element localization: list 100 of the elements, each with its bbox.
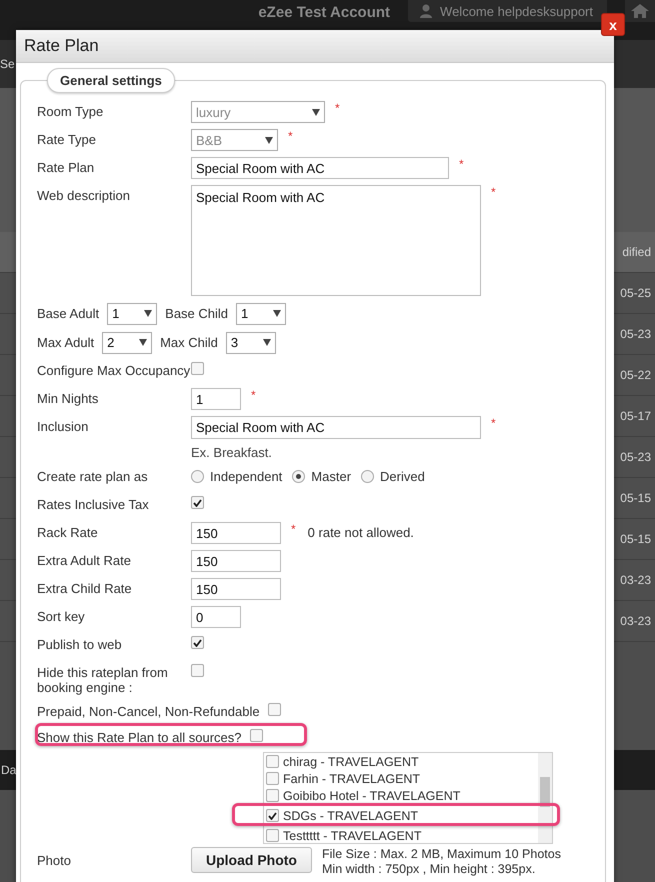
radio-button[interactable]	[191, 470, 204, 483]
table-cell: 03-23	[620, 614, 651, 628]
checkbox[interactable]	[191, 362, 204, 375]
table-cell: 05-22	[620, 368, 651, 382]
required-mark: *	[291, 522, 296, 536]
field-label: Web description	[37, 187, 131, 203]
input-field[interactable]: 1	[191, 388, 241, 410]
checkbox[interactable]	[191, 664, 204, 677]
checkbox[interactable]	[266, 772, 279, 785]
field-label: Extra Adult Rate	[37, 552, 132, 568]
required-mark: *	[491, 185, 496, 199]
close-button[interactable]: x	[601, 13, 625, 36]
field-label: Show this Rate Plan to all sources?	[37, 729, 242, 745]
dropdown[interactable]: 3	[226, 332, 276, 354]
field-label: Max Child	[160, 335, 218, 350]
scrollbar[interactable]	[538, 753, 552, 843]
radio-button[interactable]	[292, 470, 306, 483]
required-mark: *	[459, 157, 464, 171]
checkbox[interactable]	[191, 496, 204, 509]
table-cell: 05-23	[620, 327, 651, 341]
text-area[interactable]: Special Room with AC	[191, 416, 481, 439]
checkbox[interactable]	[266, 809, 279, 822]
home-button[interactable]	[625, 0, 655, 22]
radio-label: Independent	[210, 469, 282, 484]
dialog-title: Rate Plan	[24, 36, 99, 56]
input-field[interactable]: Special Room with AC	[191, 157, 449, 179]
checkmark-icon	[193, 498, 202, 506]
text-area[interactable]: Special Room with AC	[191, 185, 481, 296]
dropdown-arrow-icon	[265, 136, 273, 144]
checkbox[interactable]	[250, 729, 262, 742]
field-label: Min Nights	[37, 390, 100, 406]
dropdown[interactable]: 1	[236, 302, 286, 324]
radio-label: Master	[311, 469, 352, 484]
home-icon	[631, 4, 649, 18]
field-label: Base Adult	[37, 306, 100, 321]
source-list[interactable]: chirag - TRAVELAGENT Farhin - TRAVELAGENT Goibibo Hotel - TRAVELAGENT SDGs - TRAVELAGENT Testtttt - TRAVELAGENT	[263, 752, 553, 844]
field-label: Rack Rate	[37, 524, 99, 540]
input-field[interactable]: 0	[191, 606, 241, 628]
radio-button[interactable]	[361, 470, 374, 483]
radio-label: Derived	[380, 469, 425, 484]
field-label: Max Adult	[37, 335, 94, 350]
list-item[interactable]: SDGs - TRAVELAGENT	[283, 808, 418, 822]
radio-dot-icon	[296, 474, 302, 479]
field-label: Prepaid, Non-Cancel, Non-Refundable	[37, 703, 260, 719]
field-label: Configure Max Occupancy	[37, 362, 191, 378]
field-label: Inclusion	[37, 418, 90, 434]
field-label: Rate Type	[37, 131, 98, 147]
user-icon	[420, 4, 432, 18]
field-label: Publish to web	[37, 636, 123, 652]
table-cell: 05-15	[620, 491, 651, 505]
required-mark: *	[288, 129, 293, 143]
field-label: Rates Inclusive Tax	[37, 496, 150, 512]
table-cell: dified	[622, 245, 651, 259]
field-label: Extra Child Rate	[37, 580, 133, 596]
required-mark: *	[335, 101, 340, 115]
table-cell: 05-23	[620, 450, 651, 464]
file-info: File Size : Max. 2 MB, Maximum 10 Photos	[322, 847, 561, 862]
upload-photo-button[interactable]: Upload Photo	[191, 847, 312, 873]
checkbox[interactable]	[266, 829, 279, 842]
input-field[interactable]: 150	[191, 522, 281, 544]
account-name: eZee Test Account	[258, 4, 390, 21]
checkbox[interactable]	[266, 755, 279, 768]
list-item[interactable]: Goibibo Hotel - TRAVELAGENT	[283, 788, 460, 802]
checkmark-icon	[193, 638, 202, 646]
field-hint: Ex. Breakfast.	[191, 445, 273, 460]
checkbox[interactable]	[266, 789, 279, 802]
table-cell: 03-23	[620, 573, 651, 587]
field-label: Sort key	[37, 608, 86, 624]
table-cell: 05-15	[620, 532, 651, 546]
field-label: Hide this rateplan from booking engine :	[37, 664, 169, 695]
field-label: Base Child	[165, 306, 228, 321]
field-note: 0 rate not allowed.	[308, 524, 414, 540]
list-item[interactable]: Testtttt - TRAVELAGENT	[283, 828, 422, 842]
user-menu[interactable]: Welcome helpdesksupport	[408, 0, 607, 22]
dropdown-arrow-icon	[139, 339, 148, 346]
required-mark: *	[251, 388, 256, 402]
required-mark: *	[491, 416, 496, 430]
dropdown-arrow-icon	[273, 310, 282, 317]
field-label: Photo	[37, 852, 72, 868]
checkmark-icon	[268, 812, 277, 820]
input-field[interactable]: 150	[191, 578, 281, 600]
footer-text: Da	[1, 763, 16, 777]
list-item[interactable]: Farhin - TRAVELAGENT	[283, 772, 420, 786]
field-label: Room Type	[37, 103, 104, 119]
file-info: Min width : 750px , Min height : 395px.	[322, 862, 536, 877]
checkbox[interactable]	[268, 703, 281, 716]
input-field[interactable]: 150	[191, 550, 281, 572]
dropdown[interactable]: 1	[107, 302, 158, 324]
dropdown-arrow-icon	[312, 108, 320, 116]
field-label: Rate Plan	[37, 159, 96, 175]
field-label: Create rate plan as	[37, 468, 149, 484]
table-cell: 05-25	[620, 286, 651, 300]
section-title: General settings	[47, 68, 175, 93]
table-cell: 05-17	[620, 409, 651, 423]
dropdown[interactable]: 2	[102, 332, 152, 354]
dropdown-arrow-icon	[262, 339, 271, 346]
tab-label: Se	[0, 57, 15, 71]
dropdown-arrow-icon	[144, 310, 152, 317]
list-item[interactable]: chirag - TRAVELAGENT	[283, 754, 419, 768]
checkbox[interactable]	[191, 636, 204, 649]
